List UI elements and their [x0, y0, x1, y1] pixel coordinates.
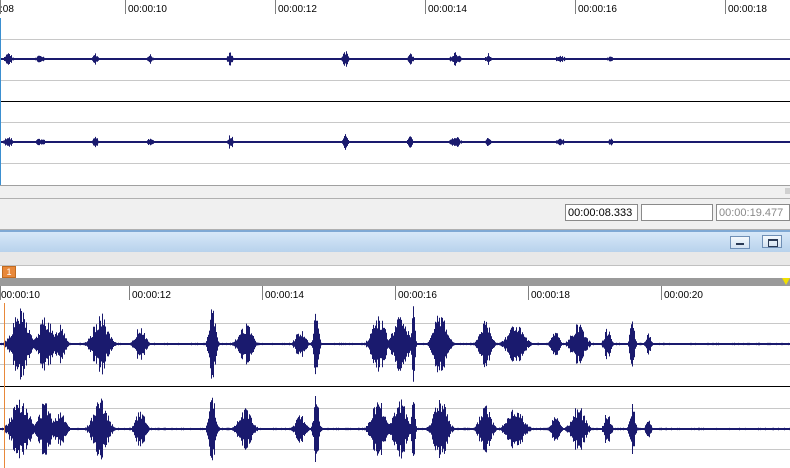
ruler-label: 00:00:10 — [1, 290, 40, 301]
top-time-ruler[interactable]: :08 00:00:10 00:00:12 00:00:14 00:00:16 … — [0, 0, 790, 19]
ruler-label: 00:00:18 — [531, 290, 570, 301]
window-toolbar-strip — [0, 252, 790, 266]
window-title-bar[interactable] — [0, 230, 790, 252]
marker-1[interactable]: 1 — [2, 266, 16, 278]
top-panel-bottom-edge — [0, 185, 790, 198]
status-bar: 00:00:08.333 00:00:19.477 — [0, 198, 790, 230]
ruler-label: :08 — [0, 4, 14, 15]
end-marker-icon — [782, 278, 790, 285]
ruler-label: 00:00:12 — [132, 290, 171, 301]
ruler-label: 00:00:16 — [578, 4, 617, 15]
horizontal-scrollbar[interactable] — [0, 278, 790, 286]
playback-cursor-main[interactable] — [4, 303, 5, 468]
minimize-icon — [736, 243, 744, 245]
duration-field: 00:00:19.477 — [716, 204, 790, 221]
minimize-button[interactable] — [730, 236, 750, 249]
restore-button[interactable] — [762, 235, 782, 248]
main-waveform-view[interactable] — [0, 303, 790, 468]
marker-row: 1 — [0, 266, 790, 278]
ruler-label: 00:00:14 — [428, 4, 467, 15]
ruler-label: 00:00:10 — [128, 4, 167, 15]
current-time-field[interactable]: 00:00:08.333 — [565, 204, 638, 221]
ruler-label: 00:00:12 — [278, 4, 317, 15]
top-waveform-view[interactable] — [0, 18, 790, 185]
selection-field[interactable] — [641, 204, 713, 221]
main-time-ruler[interactable]: 00:00:10 00:00:12 00:00:14 00:00:16 00:0… — [0, 286, 790, 304]
ruler-label: 00:00:16 — [398, 290, 437, 301]
ruler-label: 00:00:14 — [265, 290, 304, 301]
ruler-label: 00:00:18 — [728, 4, 767, 15]
playback-cursor[interactable] — [0, 18, 1, 185]
top-waveform — [0, 51, 790, 150]
restore-icon — [768, 239, 778, 247]
ruler-label: 00:00:20 — [664, 290, 703, 301]
main-waveform — [0, 306, 790, 462]
